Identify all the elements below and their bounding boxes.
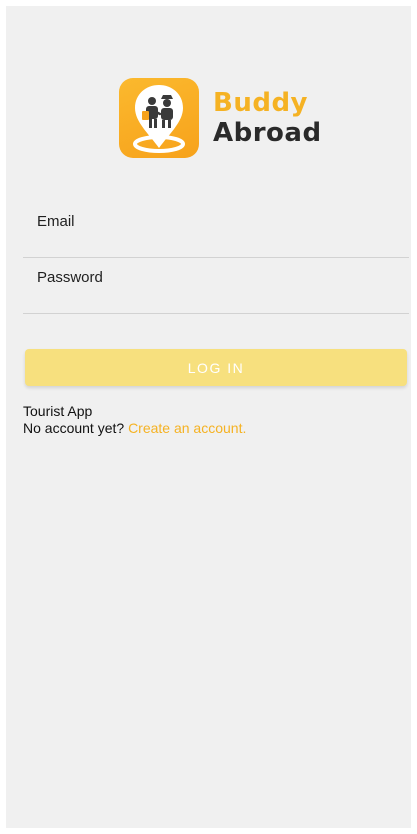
map-pin-travellers-icon <box>119 78 199 158</box>
app-logo: Buddy Abroad <box>119 78 322 160</box>
email-field <box>23 201 409 258</box>
email-input[interactable] <box>37 201 397 241</box>
signup-prompt: No account yet? Create an account. <box>23 420 246 437</box>
app-type-label: Tourist App <box>23 403 93 419</box>
logo-text-buddy: Buddy <box>213 88 308 118</box>
login-button[interactable]: LOG IN <box>25 349 407 386</box>
logo-wordmark: Buddy Abroad <box>213 90 322 146</box>
logo-text-abroad: Abroad <box>213 118 322 148</box>
no-account-text: No account yet? <box>23 420 125 436</box>
app-screen: Buddy Abroad LOG IN Tourist App No accou… <box>6 6 411 828</box>
password-field <box>23 257 409 314</box>
password-input[interactable] <box>37 257 397 297</box>
account-info: Tourist App No account yet? Create an ac… <box>23 403 246 437</box>
create-account-link[interactable]: Create an account. <box>128 420 246 436</box>
